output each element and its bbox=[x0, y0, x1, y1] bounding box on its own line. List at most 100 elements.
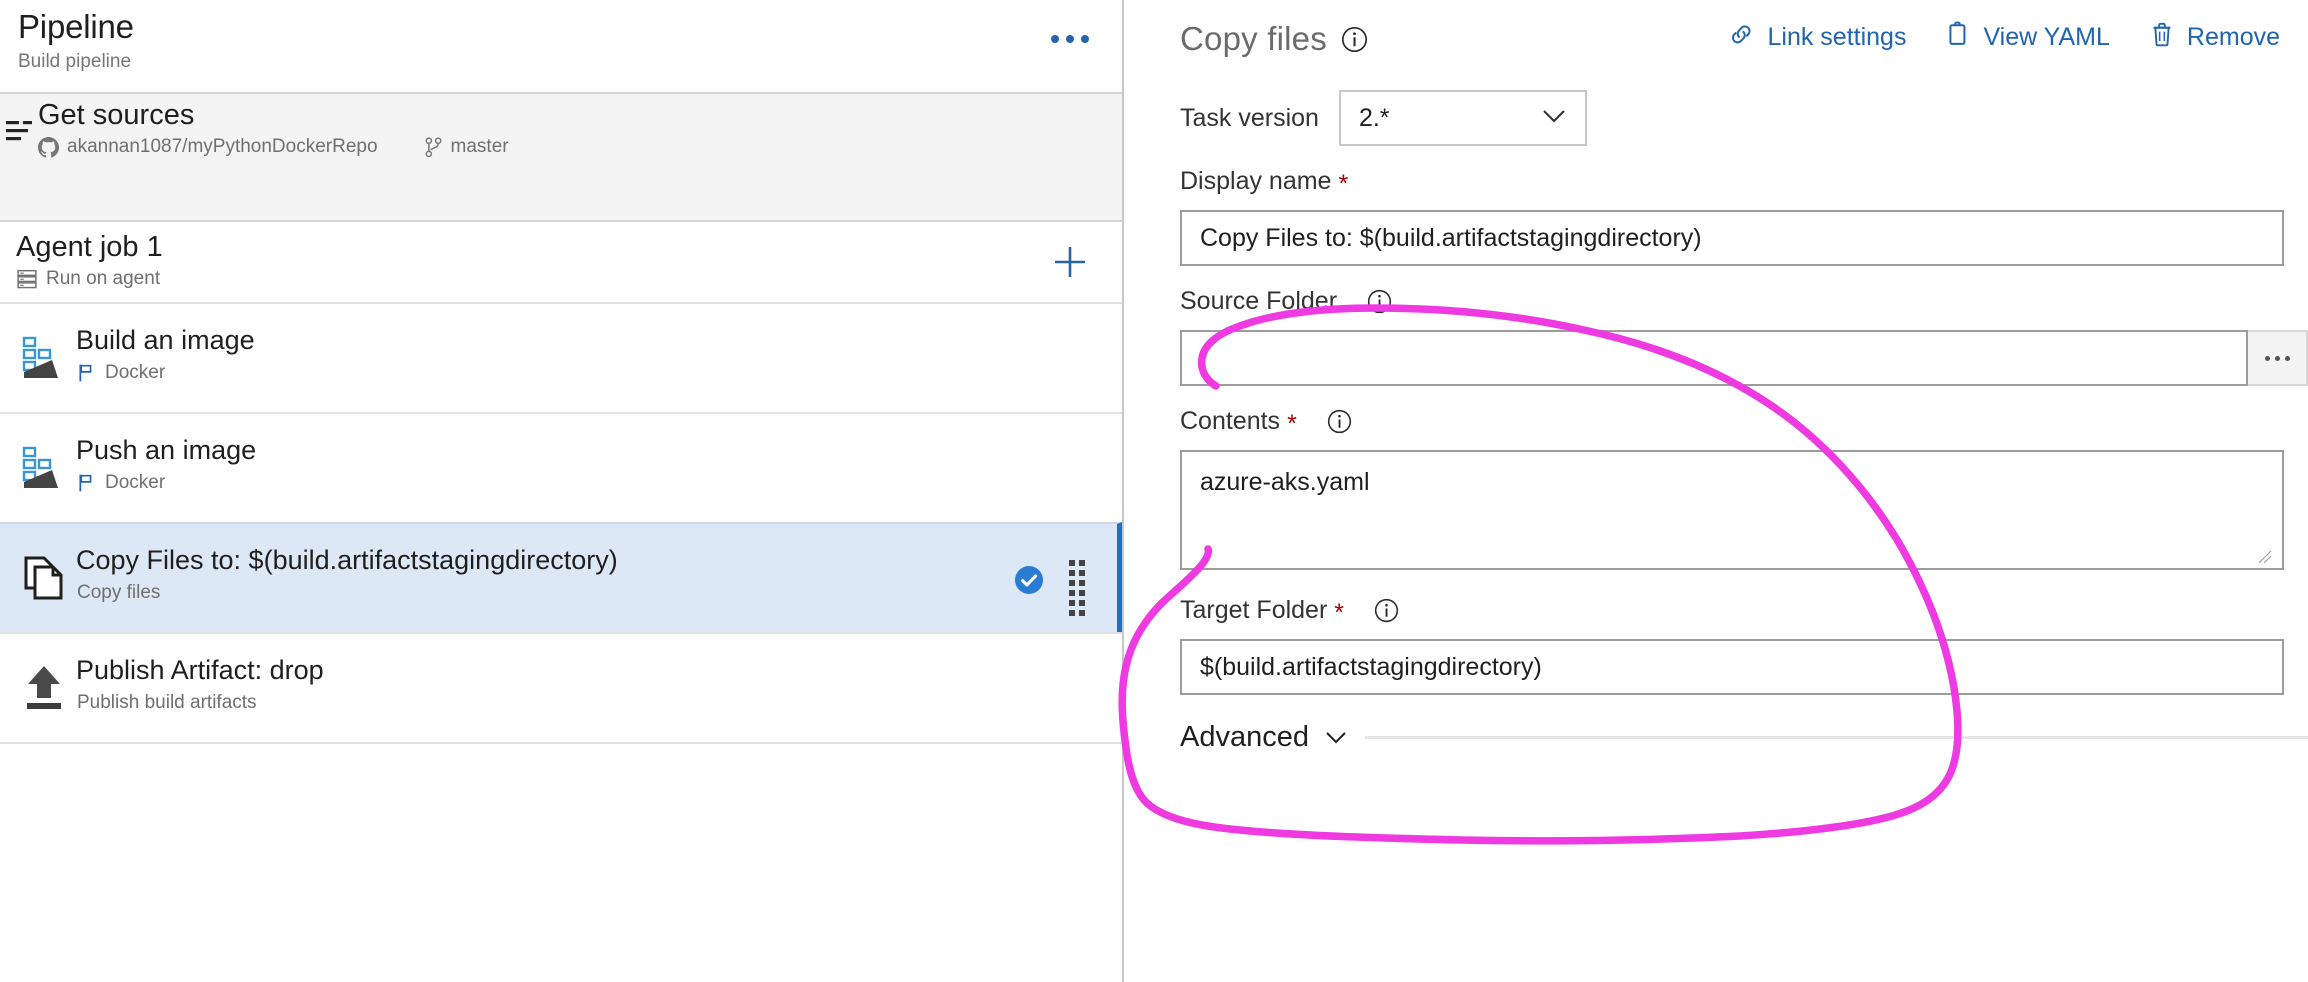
display-name-input[interactable]: Copy Files to: $(build.artifactstagingdi… bbox=[1180, 210, 2284, 266]
remove-label: Remove bbox=[2186, 23, 2280, 51]
field-display-name: Display name * Copy Files to: $(build.ar… bbox=[1180, 164, 2308, 266]
details-actions: Link settings View YAML Remove bbox=[1728, 20, 2280, 55]
chevron-down-icon bbox=[1323, 721, 1349, 754]
remove-button[interactable]: Remove bbox=[2148, 20, 2280, 55]
link-settings-label: Link settings bbox=[1767, 23, 1907, 51]
task-subtitle: Docker bbox=[105, 472, 166, 493]
more-actions-button[interactable] bbox=[1042, 22, 1098, 56]
task-drag-handle[interactable] bbox=[1069, 560, 1085, 616]
branch-icon bbox=[424, 136, 443, 158]
agent-job-row[interactable]: Agent job 1 Run on agent bbox=[0, 222, 1122, 302]
task-row[interactable]: Copy Files to: $(build.artifactstagingdi… bbox=[0, 522, 1122, 632]
required-asterisk: * bbox=[1287, 409, 1297, 438]
advanced-label: Advanced bbox=[1180, 721, 1349, 754]
task-version-row: Task version 2.* bbox=[1180, 90, 2308, 146]
required-asterisk: * bbox=[1338, 169, 1349, 198]
task-subtitle: Docker bbox=[105, 362, 166, 383]
source-folder-input[interactable] bbox=[1180, 330, 2248, 386]
section-rule bbox=[1365, 736, 2308, 739]
dot-icon bbox=[1079, 580, 1085, 586]
info-icon[interactable] bbox=[1374, 598, 1399, 623]
link-icon bbox=[1728, 20, 1756, 55]
copy-files-icon bbox=[18, 552, 70, 604]
link-settings-button[interactable]: Link settings bbox=[1728, 20, 1906, 55]
clipboard-icon bbox=[1944, 20, 1972, 55]
pipeline-header: Pipeline Build pipeline bbox=[0, 0, 1122, 92]
dot-icon bbox=[1079, 600, 1085, 606]
target-folder-input[interactable]: $(build.artifactstagingdirectory) bbox=[1180, 639, 2284, 695]
details-header: Copy files Link settings View YAML Remov… bbox=[1180, 0, 2308, 78]
dot-icon bbox=[2284, 355, 2290, 361]
pipeline-subtitle: Build pipeline bbox=[18, 51, 132, 72]
info-icon[interactable] bbox=[1327, 409, 1352, 434]
get-sources-icon bbox=[4, 116, 38, 146]
pipeline-tasks-panel: Pipeline Build pipeline Get sources akan… bbox=[0, 0, 1124, 982]
dot-icon bbox=[1069, 600, 1075, 606]
dot-icon bbox=[1079, 570, 1085, 576]
task-subtitle-row: Docker bbox=[77, 472, 165, 494]
task-row[interactable]: Build an image Docker bbox=[0, 302, 1122, 412]
get-sources-row[interactable]: Get sources akannan1087/myPythonDockerRe… bbox=[0, 94, 1122, 166]
task-version-label: Task version bbox=[1180, 103, 1319, 132]
task-enabled-check-icon[interactable] bbox=[1013, 564, 1045, 596]
task-details-panel: Copy files Link settings View YAML Remov… bbox=[1124, 0, 2308, 982]
trash-icon bbox=[2148, 20, 2176, 55]
dot-icon bbox=[1051, 35, 1059, 43]
target-folder-label: Target Folder * bbox=[1180, 593, 2308, 627]
dot-icon bbox=[2264, 355, 2270, 361]
dot-icon bbox=[1079, 610, 1085, 616]
target-folder-label-text: Target Folder bbox=[1180, 596, 1328, 624]
source-folder-browse-button[interactable] bbox=[2248, 330, 2308, 386]
task-row[interactable]: Publish Artifact: drop Publish build arti… bbox=[0, 632, 1122, 742]
add-task-button[interactable] bbox=[1044, 236, 1096, 288]
task-row[interactable]: Push an image Docker bbox=[0, 412, 1122, 522]
docker-icon bbox=[18, 442, 70, 494]
task-subtitle: Copy files bbox=[77, 582, 161, 603]
task-version-value: 2.* bbox=[1358, 103, 1390, 132]
repository-name: akannan1087/myPythonDockerRepo bbox=[67, 136, 378, 157]
get-sources-title: Get sources bbox=[38, 99, 195, 131]
agent-job-meta: Run on agent bbox=[17, 268, 160, 290]
task-subtitle-row: Copy files bbox=[77, 582, 160, 604]
pipeline-editor: Pipeline Build pipeline Get sources akan… bbox=[0, 0, 2308, 982]
info-icon[interactable] bbox=[1367, 289, 1392, 314]
view-yaml-label: View YAML bbox=[1983, 23, 2110, 51]
dot-icon bbox=[1081, 35, 1089, 43]
flag-icon bbox=[77, 363, 97, 383]
dot-icon bbox=[1066, 35, 1074, 43]
agent-job-title: Agent job 1 bbox=[16, 231, 163, 263]
branch-info: master bbox=[424, 136, 509, 158]
publish-artifact-icon bbox=[18, 662, 70, 714]
dot-icon bbox=[1069, 590, 1075, 596]
docker-icon bbox=[18, 332, 70, 384]
get-sources-meta: akannan1087/myPythonDockerRepo master bbox=[38, 136, 509, 158]
task-list: Build an image Docker Push an image Dock… bbox=[0, 302, 1122, 742]
dot-icon bbox=[2274, 355, 2280, 361]
chevron-down-icon bbox=[1539, 105, 1569, 132]
dot-icon bbox=[1069, 610, 1075, 616]
view-yaml-button[interactable]: View YAML bbox=[1944, 20, 2110, 55]
dot-icon bbox=[1069, 560, 1075, 566]
source-folder-input-group bbox=[1180, 330, 2308, 386]
field-contents: Contents * azure-aks.yaml bbox=[1180, 404, 2308, 589]
get-sources-spacer bbox=[0, 166, 1122, 220]
task-name: Publish Artifact: drop bbox=[76, 655, 324, 685]
contents-label: Contents * bbox=[1180, 404, 2308, 438]
display-name-label: Display name * bbox=[1180, 164, 2308, 198]
task-subtitle: Publish build artifacts bbox=[77, 692, 257, 713]
github-icon bbox=[38, 136, 59, 158]
dot-icon bbox=[1069, 580, 1075, 586]
contents-textarea[interactable]: azure-aks.yaml bbox=[1180, 450, 2284, 570]
source-folder-label: Source Folder bbox=[1180, 284, 2308, 318]
task-name: Push an image bbox=[76, 435, 257, 465]
dot-icon bbox=[1079, 590, 1085, 596]
advanced-section-toggle[interactable]: Advanced bbox=[1180, 721, 2308, 754]
field-source-folder: Source Folder bbox=[1180, 284, 2308, 386]
page-title: Pipeline bbox=[18, 8, 134, 45]
branch-name: master bbox=[450, 136, 509, 157]
task-version-select[interactable]: 2.* bbox=[1338, 90, 1587, 146]
task-name: Copy Files to: $(build.artifactstagingdi… bbox=[76, 545, 618, 575]
info-icon[interactable] bbox=[1341, 26, 1368, 53]
display-name-label-text: Display name bbox=[1180, 167, 1332, 195]
required-asterisk: * bbox=[1334, 598, 1345, 627]
